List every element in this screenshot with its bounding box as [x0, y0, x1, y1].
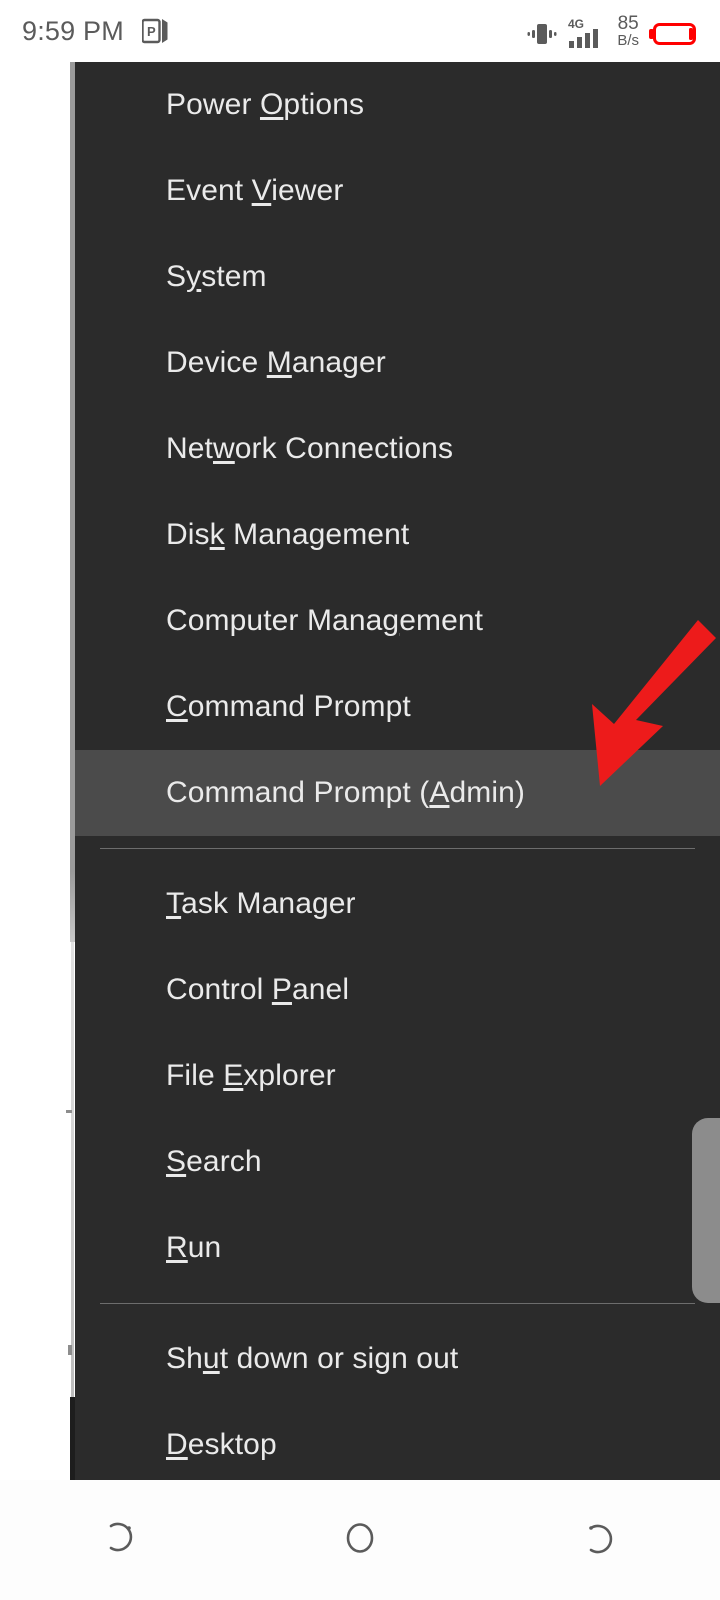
network-speed-unit: B/s	[617, 31, 639, 49]
menu-item-label: Command Prompt (Admin)	[166, 776, 525, 809]
menu-item-label: Command Prompt	[166, 690, 411, 723]
menu-item-run[interactable]: Run	[75, 1205, 720, 1291]
vertical-scroll-handle[interactable]	[692, 1118, 720, 1303]
accelerator-key: g	[382, 604, 400, 637]
nav-recents-button[interactable]	[0, 1480, 240, 1600]
back-icon	[578, 1516, 622, 1565]
svg-text:P: P	[147, 24, 156, 39]
signal-bars-icon: 4G	[568, 17, 608, 49]
menu-item-file-explorer[interactable]: File Explorer	[75, 1033, 720, 1119]
edge-artifact-a	[68, 1345, 72, 1355]
window-left-border-lower	[71, 942, 74, 1397]
accelerator-key: M	[266, 346, 292, 379]
accelerator-key: u	[202, 1342, 220, 1375]
android-status-bar: 9:59 PM P 4G 85 B/s	[0, 0, 720, 62]
menu-item-command-prompt[interactable]: Command Prompt	[75, 664, 720, 750]
accelerator-key: k	[209, 518, 225, 551]
menu-item-network-connections[interactable]: Network Connections	[75, 406, 720, 492]
battery-low-icon	[648, 19, 698, 49]
menu-item-command-prompt-admin[interactable]: Command Prompt (Admin)	[75, 750, 720, 836]
accelerator-key: w	[213, 432, 235, 465]
menu-item-label: Task Manager	[166, 887, 356, 920]
menu-separator	[100, 848, 695, 849]
menu-item-label: Event Viewer	[166, 174, 344, 207]
recents-icon	[98, 1516, 142, 1565]
menu-item-search[interactable]: Search	[75, 1119, 720, 1205]
network-speed-value: 85	[617, 12, 639, 34]
android-navigation-bar	[0, 1480, 720, 1600]
accelerator-key: S	[166, 1145, 187, 1178]
accelerator-key: A	[429, 776, 450, 809]
menu-item-disk-management[interactable]: Disk Management	[75, 492, 720, 578]
nav-back-button[interactable]	[480, 1480, 720, 1600]
menu-item-event-viewer[interactable]: Event Viewer	[75, 148, 720, 234]
accelerator-key: y	[186, 260, 202, 293]
menu-item-shut-down-or-sign-out[interactable]: Shut down or sign out	[75, 1316, 720, 1402]
status-bar-clock: 9:59 PM	[22, 15, 124, 46]
status-bar-right-group: 4G 85 B/s	[525, 14, 698, 49]
svg-text:4G: 4G	[568, 17, 584, 31]
menu-item-label: Run	[166, 1231, 222, 1264]
menu-item-label: Power Options	[166, 88, 365, 121]
menu-item-label: System	[166, 260, 267, 293]
accelerator-key: C	[166, 690, 188, 723]
menu-item-label: Shut down or sign out	[166, 1342, 459, 1375]
menu-item-label: File Explorer	[166, 1059, 336, 1092]
menu-item-label: Search	[166, 1145, 262, 1178]
menu-item-control-panel[interactable]: Control Panel	[75, 947, 720, 1033]
menu-item-task-manager[interactable]: Task Manager	[75, 861, 720, 947]
menu-item-system[interactable]: System	[75, 234, 720, 320]
phone-screen: 9:59 PM P 4G 85 B/s Power Options Event …	[0, 0, 720, 1600]
accelerator-key: V	[251, 174, 272, 207]
accelerator-key: P	[271, 973, 292, 1006]
powerpoint-icon: P	[141, 17, 168, 45]
vibrate-icon	[525, 19, 559, 49]
menu-item-label: Control Panel	[166, 973, 350, 1006]
accelerator-key: O	[259, 88, 284, 121]
menu-item-label: Network Connections	[166, 432, 454, 465]
menu-separator	[100, 1303, 695, 1304]
menu-item-label: Disk Management	[166, 518, 410, 551]
menu-item-device-manager[interactable]: Device Manager	[75, 320, 720, 406]
network-speed-indicator: 85 B/s	[617, 14, 639, 48]
edge-artifact-b	[66, 1110, 72, 1113]
accelerator-key: D	[166, 1428, 188, 1461]
home-circle-icon	[338, 1516, 382, 1565]
menu-item-label: Desktop	[166, 1428, 277, 1461]
win-x-quick-link-menu[interactable]: Power Options Event Viewer System Device Ma…	[75, 62, 720, 1480]
menu-item-computer-management[interactable]: Computer Management	[75, 578, 720, 664]
status-bar-left-group: 9:59 PM P	[22, 16, 168, 47]
menu-item-label: Computer Management	[166, 604, 484, 637]
menu-item-power-options[interactable]: Power Options	[75, 62, 720, 148]
accelerator-key: R	[166, 1231, 188, 1264]
menu-item-label: Device Manager	[166, 346, 386, 379]
nav-home-button[interactable]	[240, 1480, 480, 1600]
accelerator-key: T	[166, 887, 182, 920]
accelerator-key: E	[223, 1059, 244, 1092]
menu-item-desktop[interactable]: Desktop	[75, 1402, 720, 1480]
